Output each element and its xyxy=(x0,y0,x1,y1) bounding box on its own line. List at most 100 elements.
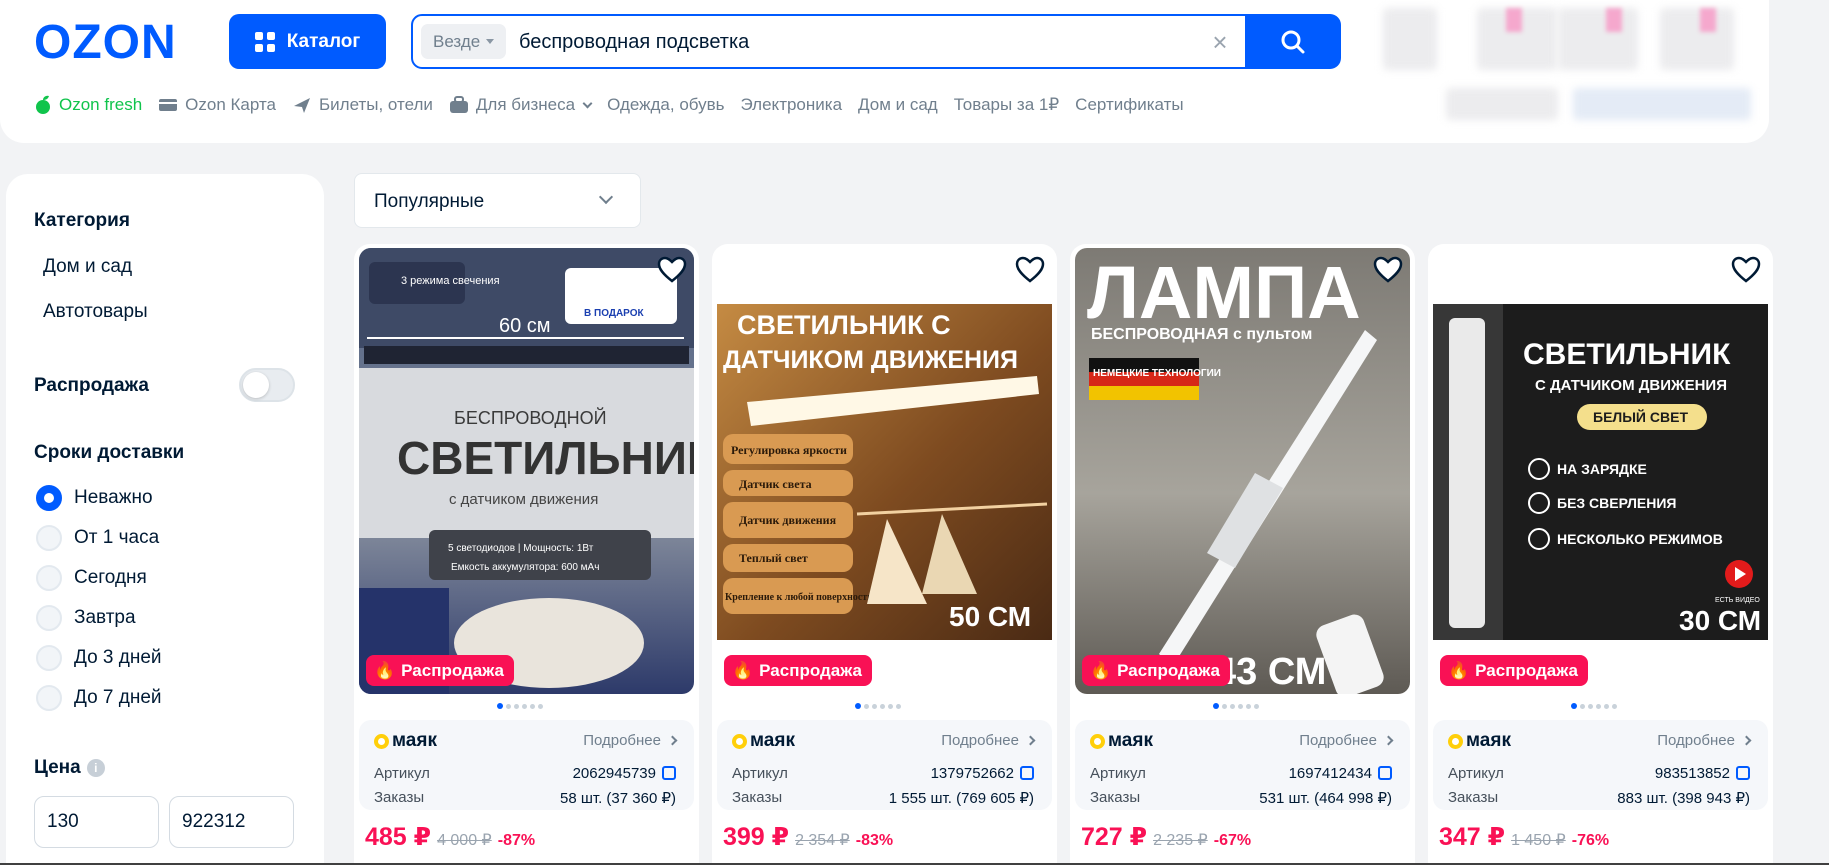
seller-name[interactable]: маяк xyxy=(1448,730,1511,752)
radio-selected[interactable] xyxy=(36,485,62,511)
radio-label: Сегодня xyxy=(74,567,147,588)
sale-badge: 🔥 Распродажа xyxy=(1082,655,1230,686)
delivery-option[interactable]: Завтра xyxy=(36,605,136,631)
price-max-input[interactable]: 922312 xyxy=(169,796,294,848)
user-menu-blurred[interactable] xyxy=(1383,8,1437,70)
heart-icon[interactable] xyxy=(657,256,687,284)
nav-item-electronics[interactable]: Электроника xyxy=(741,95,843,115)
orders-row: Заказы 58 шт. (37 360 ₽) xyxy=(374,789,676,807)
fresh-leaf-icon xyxy=(36,95,50,114)
product-card[interactable]: ЛАМПА БЕСПРОВОДНАЯ с пультом НЕМЕЦКИЕ ТЕ… xyxy=(1070,244,1415,865)
article-row: Артикул 1379752662 xyxy=(732,765,1034,782)
seller-info: маяк Подробнее Артикул 1379752662 Заказы 1… xyxy=(717,720,1052,810)
article-label: Артикул xyxy=(1448,765,1504,782)
nav-item-home-garden[interactable]: Дом и сад xyxy=(858,95,938,115)
seller-label: маяк xyxy=(1108,730,1153,751)
header-nav: Ozon fresh Ozon Карта Билеты, отели Для … xyxy=(34,92,1200,118)
product-image[interactable]: СВЕТИЛЬНИК С ДАТЧИКОМ ДВИЖЕНИЯ БЕЛЫЙ СВЕ… xyxy=(1433,304,1768,640)
radio[interactable] xyxy=(36,565,62,591)
price-min-input[interactable]: 130 xyxy=(34,796,159,848)
delivery-option[interactable]: До 7 дней xyxy=(36,685,162,711)
product-card[interactable]: СВЕТИЛЬНИК С ДАТЧИКОМ ДВИЖЕНИЯ Регулиров… xyxy=(712,244,1057,865)
seller-name[interactable]: маяк xyxy=(732,730,795,752)
delivery-option[interactable]: Сегодня xyxy=(36,565,147,591)
search-input[interactable]: беспроводная подсветка xyxy=(519,31,749,54)
fire-icon: 🔥 xyxy=(732,660,754,680)
svg-text:БЕЗ СВЕРЛЕНИЯ: БЕЗ СВЕРЛЕНИЯ xyxy=(1557,495,1676,511)
sale-badge: 🔥 Распродажа xyxy=(366,655,514,686)
copy-icon[interactable] xyxy=(1378,766,1392,780)
category-link-auto[interactable]: Автотовары xyxy=(43,301,148,323)
image-carousel-dots[interactable] xyxy=(1571,703,1617,709)
svg-text:60 см: 60 см xyxy=(499,315,551,337)
orders-value: 883 шт. (398 943 ₽) xyxy=(1617,790,1750,807)
svg-text:Датчик света: Датчик света xyxy=(739,477,812,491)
sale-badge: 🔥 Распродажа xyxy=(1440,655,1588,686)
pickup-blurred[interactable] xyxy=(1573,88,1751,120)
radio[interactable] xyxy=(36,685,62,711)
search-button[interactable] xyxy=(1245,14,1341,69)
clear-icon[interactable]: × xyxy=(1205,27,1235,57)
article-row: Артикул 1697412434 xyxy=(1090,765,1392,782)
image-carousel-dots[interactable] xyxy=(855,703,901,709)
seller-name[interactable]: маяк xyxy=(374,730,437,752)
cart-menu-blurred[interactable] xyxy=(1660,8,1734,70)
heart-icon[interactable] xyxy=(1015,256,1045,284)
favorites-menu-blurred[interactable] xyxy=(1558,8,1638,70)
orders-value: 531 шт. (464 998 ₽) xyxy=(1259,790,1392,807)
delivery-option[interactable]: До 3 дней xyxy=(36,645,162,671)
filters-sidebar: Категория Дом и сад Автотовары Распродаж… xyxy=(6,174,324,865)
category-link-home-garden[interactable]: Дом и сад xyxy=(43,256,132,278)
info-icon[interactable]: i xyxy=(86,758,105,777)
image-carousel-dots[interactable] xyxy=(497,703,543,709)
radio[interactable] xyxy=(36,525,62,551)
sale-toggle[interactable] xyxy=(239,368,295,402)
radio[interactable] xyxy=(36,605,62,631)
catalog-button[interactable]: Каталог xyxy=(229,14,386,69)
sort-label: Популярные xyxy=(374,191,485,212)
product-image[interactable]: СВЕТИЛЬНИК С ДАТЧИКОМ ДВИЖЕНИЯ Регулиров… xyxy=(717,304,1052,640)
delivery-option[interactable]: От 1 часа xyxy=(36,525,159,551)
radio[interactable] xyxy=(36,645,62,671)
product-card[interactable]: СВЕТИЛЬНИК С ДАТЧИКОМ ДВИЖЕНИЯ БЕЛЫЙ СВЕ… xyxy=(1428,244,1773,865)
product-card[interactable]: 3 режима свечения В ПОДАРОК 60 см БЕСПРО… xyxy=(354,244,699,865)
product-price: 399 ₽ 2 354 ₽ -83% xyxy=(723,822,893,852)
seller-name[interactable]: маяк xyxy=(1090,730,1153,752)
copy-icon[interactable] xyxy=(1020,766,1034,780)
nav-item-business[interactable]: Для бизнеса xyxy=(449,95,593,115)
chevron-right-icon xyxy=(1741,735,1752,746)
current-price: 485 ₽ xyxy=(365,823,432,851)
more-link[interactable]: Подробнее xyxy=(1299,732,1394,749)
nav-item-clothes[interactable]: Одежда, обувь xyxy=(607,95,724,115)
more-link[interactable]: Подробнее xyxy=(941,732,1036,749)
svg-text:OZON: OZON xyxy=(34,18,177,64)
sort-dropdown[interactable]: Популярные xyxy=(354,173,641,228)
chevron-right-icon xyxy=(667,735,678,746)
copy-icon[interactable] xyxy=(662,766,676,780)
heart-icon[interactable] xyxy=(1731,256,1761,284)
nav-item-one-ruble[interactable]: Товары за 1₽ xyxy=(954,95,1059,115)
more-link[interactable]: Подробнее xyxy=(583,732,678,749)
product-image[interactable]: 3 режима свечения В ПОДАРОК 60 см БЕСПРО… xyxy=(359,248,694,694)
nav-item-tickets[interactable]: Билеты, отели xyxy=(292,95,433,115)
ozon-logo[interactable]: OZON xyxy=(34,18,196,64)
delivery-option[interactable]: Неважно xyxy=(36,485,153,511)
chevron-down-icon xyxy=(582,98,593,108)
product-image[interactable]: ЛАМПА БЕСПРОВОДНАЯ с пультом НЕМЕЦКИЕ ТЕ… xyxy=(1075,248,1410,694)
more-link[interactable]: Подробнее xyxy=(1657,732,1752,749)
article-row: Артикул 983513852 xyxy=(1448,765,1750,782)
nav-label: Одежда, обувь xyxy=(607,95,725,114)
search-scope-dropdown[interactable]: Везде xyxy=(421,24,507,59)
image-carousel-dots[interactable] xyxy=(1213,703,1259,709)
chevron-down-icon xyxy=(486,39,495,44)
header: OZON Каталог Везде беспроводная подсветк… xyxy=(0,0,1769,143)
sale-badge-label: Распродажа xyxy=(759,660,862,680)
heart-icon[interactable] xyxy=(1373,256,1403,284)
location-blurred[interactable] xyxy=(1446,88,1558,120)
nav-item-ozon-fresh[interactable]: Ozon fresh xyxy=(34,95,142,115)
nav-item-ozon-card[interactable]: Ozon Карта xyxy=(158,95,276,115)
product-price: 727 ₽ 2 235 ₽ -67% xyxy=(1081,822,1251,852)
nav-item-certificates[interactable]: Сертификаты xyxy=(1075,95,1183,115)
svg-text:СВЕТИЛЬНИК: СВЕТИЛЬНИК xyxy=(397,432,694,484)
copy-icon[interactable] xyxy=(1736,766,1750,780)
